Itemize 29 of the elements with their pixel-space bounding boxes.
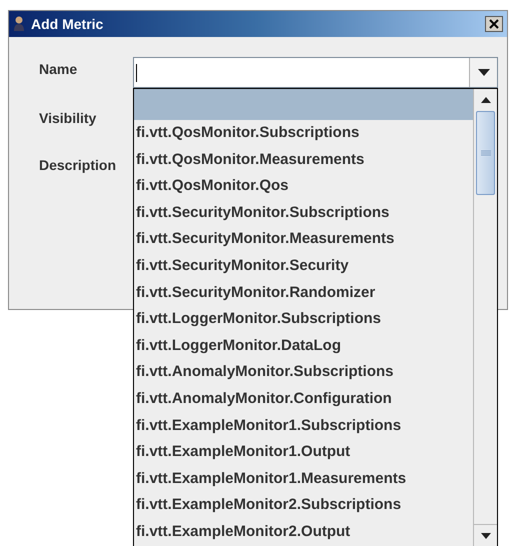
up-arrow-icon bbox=[480, 97, 490, 103]
list-item[interactable]: fi.vtt.SecurityMonitor.Measurements bbox=[134, 226, 473, 253]
list-item[interactable]: fi.vtt.AnomalyMonitor.Subscriptions bbox=[134, 359, 473, 386]
list-item[interactable]: fi.vtt.QosMonitor.Measurements bbox=[134, 146, 473, 174]
list-item[interactable]: fi.vtt.ExampleMonitor1.Subscriptions bbox=[134, 412, 473, 440]
field-label: Visibility bbox=[39, 109, 96, 128]
grip-icon bbox=[480, 150, 490, 156]
dropdown-button[interactable] bbox=[469, 58, 497, 87]
field-label: Name bbox=[39, 60, 78, 79]
list-item[interactable]: fi.vtt.ExampleMonitor1.Measurements bbox=[134, 466, 473, 492]
list-item[interactable]: fi.vtt.LoggerMonitor.Subscriptions bbox=[134, 306, 473, 333]
list-item[interactable]: fi.vtt.QosMonitor.Subscriptions bbox=[134, 120, 473, 147]
close-button[interactable] bbox=[485, 16, 503, 32]
scroll-thumb[interactable] bbox=[476, 111, 495, 195]
window-title: Add Metric bbox=[31, 14, 104, 34]
list-item[interactable]: fi.vtt.ExampleMonitor2.Output bbox=[134, 518, 473, 546]
list-item[interactable]: fi.vtt.ExampleMonitor2.Subscriptions bbox=[134, 492, 473, 519]
list-item[interactable]: fi.vtt.QosMonitor.Qos bbox=[134, 173, 473, 200]
caret-icon bbox=[478, 69, 490, 76]
list-item[interactable]: fi.vtt.SecurityMonitor.Subscriptions bbox=[134, 200, 473, 226]
person-icon bbox=[13, 16, 25, 32]
list-item[interactable]: fi.vtt.SecurityMonitor.Security bbox=[134, 252, 473, 280]
field-label: Description bbox=[39, 156, 116, 175]
down-arrow-icon bbox=[480, 532, 490, 538]
list-item[interactable]: fi.vtt.SecurityMonitor.Randomizer bbox=[134, 280, 473, 306]
scrollbar[interactable] bbox=[473, 89, 497, 546]
list-item[interactable]: fi.vtt.ExampleMonitor1.Output bbox=[134, 439, 473, 466]
list-item[interactable]: fi.vtt.LoggerMonitor.DataLog bbox=[134, 332, 473, 360]
list-item[interactable]: fi.vtt.AnomalyMonitor.Configuration bbox=[134, 386, 473, 413]
